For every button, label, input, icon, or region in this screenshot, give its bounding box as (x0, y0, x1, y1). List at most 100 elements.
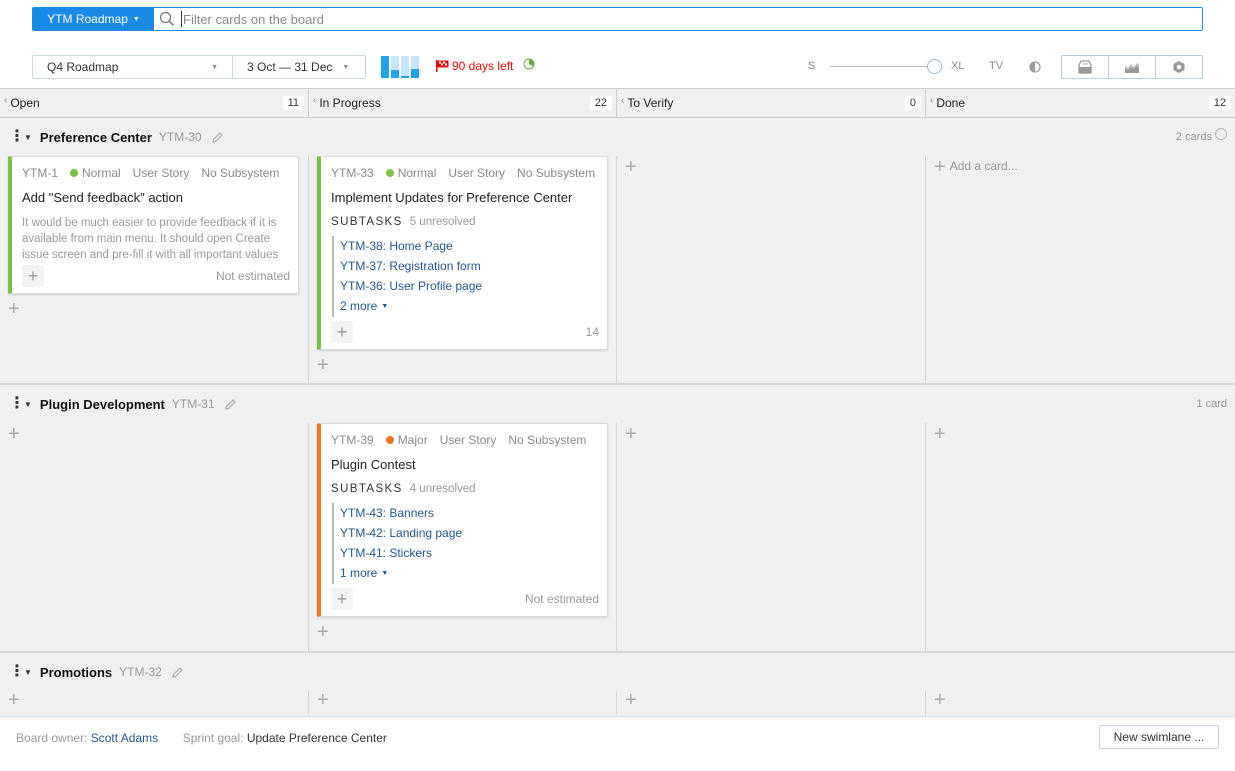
search-input[interactable] (181, 11, 1202, 27)
drag-handle-icon[interactable]: ⋮ (9, 664, 25, 680)
add-to-card-button[interactable]: + (331, 321, 353, 343)
card-type[interactable]: User Story (440, 433, 497, 447)
collapse-column-button[interactable]: ‹ To Verify (621, 95, 673, 111)
show-more-subtasks[interactable]: 2 more ▼ (340, 296, 599, 317)
collapse-column-button[interactable]: ‹ Open (4, 95, 40, 111)
subtask-link[interactable]: YTM-42: Landing page (340, 523, 599, 543)
card-summary[interactable]: Implement Updates for Preference Center (331, 190, 599, 205)
add-card-button[interactable]: + (934, 424, 946, 444)
add-card-text: Add a card... (949, 159, 1018, 173)
subtask-link[interactable]: YTM-37: Registration form (340, 256, 599, 276)
card-priority[interactable]: Normal (385, 166, 436, 180)
collapse-column-button[interactable]: ‹ In Progress (313, 95, 381, 111)
collapse-swimlane-icon[interactable]: ▼ (24, 668, 32, 677)
settings-button[interactable] (1155, 56, 1202, 78)
swimlane-header: ⋮ ▼ Promotions YTM-32 (0, 653, 1235, 691)
pencil-icon[interactable] (211, 131, 224, 144)
add-card-button[interactable]: + (934, 690, 946, 710)
cell-done: + (926, 423, 1235, 653)
board-selector-button[interactable]: YTM Roadmap ▼ (33, 8, 154, 30)
card-type[interactable]: User Story (133, 166, 190, 180)
search-icon (159, 11, 175, 27)
swimlane-promotions: ⋮ ▼ Promotions YTM-32 + + + + (0, 653, 1235, 715)
card-id[interactable]: YTM-39 (331, 433, 374, 447)
chevron-left-icon: ‹ (930, 94, 934, 106)
swimlane-id[interactable]: YTM-32 (119, 665, 162, 679)
mini-chart-bar-fill (391, 70, 399, 78)
swimlane-cells: + YTM-39 Major User Story No Subsystem P… (0, 423, 1235, 653)
add-to-card-button[interactable]: + (22, 265, 44, 287)
card-footer: + Not estimated (331, 588, 599, 610)
collapse-column-button[interactable]: ‹ Done (930, 94, 965, 111)
card-estimate[interactable]: 14 (586, 325, 599, 339)
swimlane-title[interactable]: Promotions (40, 665, 112, 680)
card-ytm-39[interactable]: YTM-39 Major User Story No Subsystem Plu… (317, 423, 608, 617)
add-card-link[interactable]: + Add a card... (934, 156, 1226, 178)
card-estimate[interactable]: Not estimated (216, 269, 290, 283)
subtask-link[interactable]: YTM-36: User Profile page (340, 276, 599, 296)
drag-handle-icon[interactable]: ⋮ (9, 129, 25, 145)
new-swimlane-button[interactable]: New swimlane ... (1099, 725, 1219, 749)
add-card-button[interactable]: + (317, 622, 329, 642)
show-more-subtasks[interactable]: 1 more ▼ (340, 563, 599, 584)
card-subsystem[interactable]: No Subsystem (201, 166, 279, 180)
subtasks-list: YTM-43: Banners YTM-42: Landing page YTM… (332, 503, 599, 584)
collapse-swimlane-icon[interactable]: ▼ (24, 133, 32, 142)
collapse-swimlane-icon[interactable]: ▼ (24, 400, 32, 409)
card-subsystem[interactable]: No Subsystem (517, 166, 595, 180)
add-card-button[interactable]: + (625, 157, 637, 177)
size-min-label: S (808, 60, 816, 72)
sprint-burndown-mini-chart[interactable] (381, 56, 419, 78)
plus-icon: + (934, 156, 946, 178)
cell-done: + (926, 690, 1235, 715)
add-card-button[interactable]: + (317, 690, 329, 710)
sprint-dates-dropdown[interactable]: 3 Oct — 31 Dec ▼ (233, 56, 365, 78)
charts-button[interactable] (1108, 56, 1155, 78)
tv-mode-toggle[interactable]: TV (989, 60, 1003, 72)
card-priority[interactable]: Major (385, 433, 428, 447)
cell-to-verify: + (617, 423, 926, 653)
add-card-button[interactable]: + (625, 424, 637, 444)
swimlane-id[interactable]: YTM-30 (159, 130, 202, 144)
card-priority[interactable]: Normal (70, 166, 121, 180)
add-to-card-button[interactable]: + (331, 588, 353, 610)
swimlane-title[interactable]: Plugin Development (40, 397, 165, 412)
card-id[interactable]: YTM-33 (331, 166, 374, 180)
card-summary[interactable]: Plugin Contest (331, 457, 599, 472)
cell-done: + Add a card... (926, 156, 1235, 385)
sprint-dropdown[interactable]: Q4 Roadmap ▼ (33, 56, 233, 78)
days-left-text: 90 days left (452, 59, 514, 73)
inbox-icon (1078, 60, 1092, 74)
subtask-link[interactable]: YTM-38: Home Page (340, 236, 599, 256)
subtask-link[interactable]: YTM-43: Banners (340, 503, 599, 523)
swimlane-title[interactable]: Preference Center (40, 130, 152, 145)
card-type[interactable]: User Story (448, 166, 505, 180)
subtasks-list: YTM-38: Home Page YTM-37: Registration f… (332, 236, 599, 317)
swimlane-id[interactable]: YTM-31 (172, 397, 215, 411)
card-subsystem[interactable]: No Subsystem (508, 433, 586, 447)
cards-count-text: 1 card (1196, 398, 1227, 410)
card-meta: YTM-33 Normal User Story No Subsystem (331, 166, 599, 180)
drag-handle-icon[interactable]: ⋮ (9, 396, 25, 412)
subtask-link[interactable]: YTM-41: Stickers (340, 543, 599, 563)
add-card-button[interactable]: + (625, 690, 637, 710)
add-card-button[interactable]: + (8, 299, 20, 319)
pencil-icon[interactable] (171, 666, 184, 679)
card-estimate[interactable]: Not estimated (525, 592, 599, 606)
card-summary[interactable]: Add "Send feedback" action (22, 190, 290, 205)
size-slider-track[interactable] (830, 58, 942, 74)
card-id[interactable]: YTM-1 (22, 166, 58, 180)
column-title: Open (10, 96, 40, 110)
size-slider-knob[interactable] (927, 58, 942, 74)
add-card-button[interactable]: + (317, 355, 329, 375)
contrast-toggle-icon[interactable] (1029, 61, 1041, 73)
add-card-button[interactable]: + (8, 690, 20, 710)
backlog-button[interactable] (1062, 56, 1108, 78)
card-ytm-1[interactable]: YTM-1 Normal User Story No Subsystem Add… (8, 156, 299, 294)
add-card-button[interactable]: + (8, 424, 20, 444)
card-ytm-33[interactable]: YTM-33 Normal User Story No Subsystem Im… (317, 156, 608, 350)
subtasks-label: SUBTASKS (331, 216, 403, 228)
cell-in-progress: + (309, 690, 617, 715)
pencil-icon[interactable] (224, 398, 237, 411)
board-owner-link[interactable]: Scott Adams (91, 731, 158, 745)
